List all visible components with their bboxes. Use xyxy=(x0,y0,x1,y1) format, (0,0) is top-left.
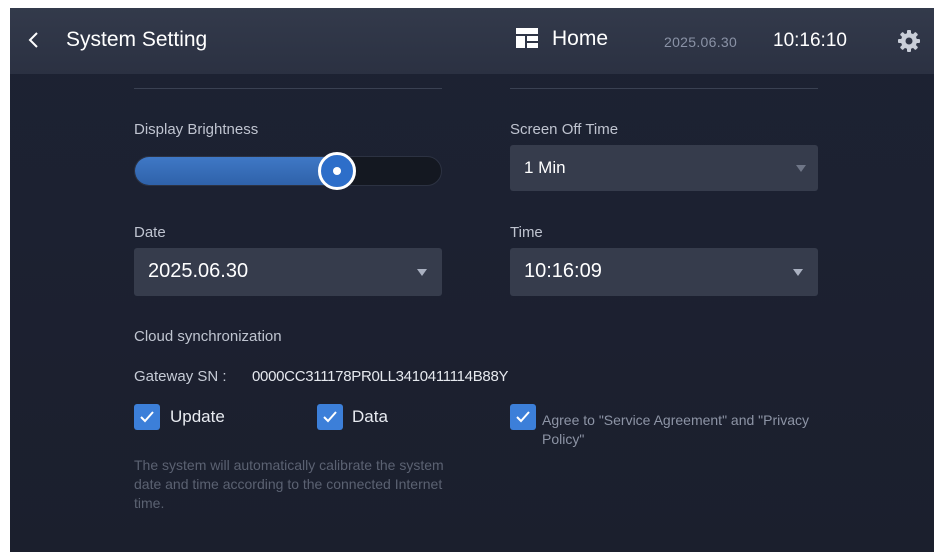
settings-screen: System Setting Home 2025.06.30 10:16:10 xyxy=(10,8,934,552)
section-divider-right xyxy=(510,88,818,89)
data-checkbox-label[interactable]: Data xyxy=(352,407,388,427)
update-checkbox-label[interactable]: Update xyxy=(170,407,225,427)
home-link[interactable]: Home xyxy=(552,27,608,51)
agree-checkbox[interactable] xyxy=(510,404,536,430)
checkmark-icon xyxy=(516,411,530,423)
chevron-down-icon xyxy=(793,269,803,276)
top-bar: System Setting Home 2025.06.30 10:16:10 xyxy=(10,8,934,74)
date-label: Date xyxy=(134,224,166,241)
date-select[interactable]: 2025.06.30 xyxy=(134,248,442,296)
page-title: System Setting xyxy=(66,28,208,51)
header-date: 2025.06.30 xyxy=(664,34,738,50)
date-value: 2025.06.30 xyxy=(148,260,249,282)
checkmark-icon xyxy=(323,411,337,423)
brightness-label: Display Brightness xyxy=(134,121,259,138)
gateway-sn-label: Gateway SN : xyxy=(134,368,227,385)
checkmark-icon xyxy=(140,411,154,423)
section-divider-left xyxy=(134,88,442,89)
time-select[interactable]: 10:16:09 xyxy=(510,248,818,296)
agreement-link-text[interactable]: Agree to "Service Agreement" and "Privac… xyxy=(542,411,842,449)
chevron-left-icon[interactable] xyxy=(26,30,42,50)
gear-icon[interactable] xyxy=(898,30,920,52)
chevron-down-icon xyxy=(796,165,806,172)
chevron-down-icon xyxy=(417,269,427,276)
time-label: Time xyxy=(510,224,543,241)
screen-off-label: Screen Off Time xyxy=(510,121,619,138)
brightness-slider-handle[interactable] xyxy=(318,152,356,190)
cloud-sync-title: Cloud synchronization xyxy=(134,328,282,345)
data-checkbox[interactable] xyxy=(317,404,343,430)
header-time: 10:16:10 xyxy=(773,30,847,51)
auto-calibrate-hint: The system will automatically calibrate … xyxy=(134,457,444,511)
brightness-slider[interactable] xyxy=(134,152,442,190)
time-value: 10:16:09 xyxy=(524,260,602,282)
update-checkbox[interactable] xyxy=(134,404,160,430)
screen-off-value: 1 Min xyxy=(524,158,566,177)
brightness-slider-fill xyxy=(135,157,337,185)
screen-off-select[interactable]: 1 Min xyxy=(510,145,818,191)
gateway-sn-value: 0000CC311178PR0LL3410411114B88Y xyxy=(252,368,509,385)
home-layout-icon[interactable] xyxy=(515,27,539,49)
